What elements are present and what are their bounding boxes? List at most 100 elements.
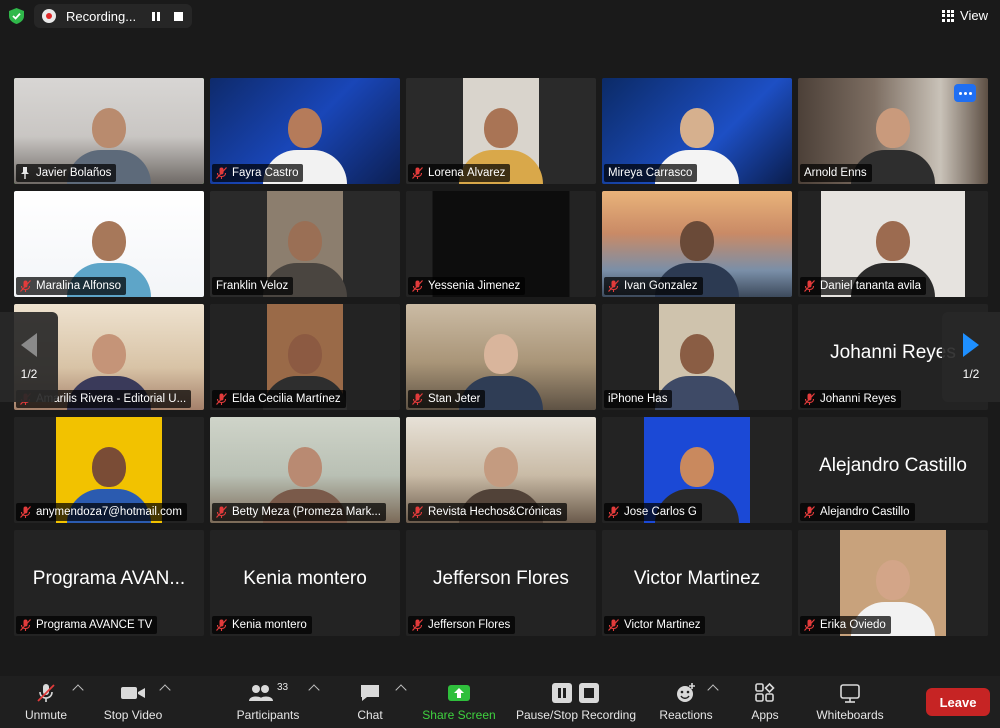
participant-tile[interactable]: Jefferson Flores Jefferson Flores bbox=[406, 530, 596, 636]
participant-name-tag: Erika Oviedo bbox=[800, 616, 891, 634]
video-grid: Javier Bolaños Fayra Castro Lorena Álvarez… bbox=[14, 78, 992, 636]
participant-tile[interactable]: Stan Jeter bbox=[406, 304, 596, 410]
arrow-right-icon bbox=[963, 333, 979, 357]
participant-name-tag: Jefferson Flores bbox=[408, 616, 516, 634]
participant-tile[interactable]: Jose Carlos G bbox=[602, 417, 792, 523]
emoji-smile-icon bbox=[675, 682, 697, 704]
participant-tile[interactable]: Ivan Gonzalez bbox=[602, 191, 792, 297]
participant-tile[interactable]: Elda Cecilia Martínez bbox=[210, 304, 400, 410]
participant-name-tag: Alejandro Castillo bbox=[800, 503, 915, 521]
participant-display-name: Programa AVAN... bbox=[32, 568, 186, 589]
participant-name-tag: anymendoza7@hotmail.com bbox=[16, 503, 187, 521]
unmute-label: Unmute bbox=[24, 708, 68, 722]
participant-name: Victor Martinez bbox=[624, 619, 701, 631]
participant-tile[interactable]: Victor Martinez Victor Martinez bbox=[602, 530, 792, 636]
participant-display-name: Alejandro Castillo bbox=[819, 455, 967, 476]
participant-tile[interactable]: Lorena Álvarez bbox=[406, 78, 596, 184]
muted-mic-icon bbox=[20, 506, 31, 518]
participant-name-tag: Kenia montero bbox=[212, 616, 312, 634]
participants-options-chevron-icon[interactable] bbox=[308, 684, 320, 696]
pin-icon bbox=[21, 167, 29, 179]
participants-button[interactable]: 33 Participants bbox=[232, 676, 304, 728]
participant-tile[interactable]: Daniel tananta avila bbox=[798, 191, 988, 297]
participant-tile[interactable]: Alejandro Castillo Alejandro Castillo bbox=[798, 417, 988, 523]
participant-tile[interactable]: Erika Oviedo bbox=[798, 530, 988, 636]
page-indicator-left: 1/2 bbox=[20, 367, 38, 381]
unmute-button[interactable]: Unmute bbox=[20, 676, 72, 728]
next-page-button[interactable]: 1/2 bbox=[942, 312, 1000, 402]
stop-video-button[interactable]: Stop Video bbox=[100, 676, 166, 728]
muted-mic-icon bbox=[35, 682, 57, 704]
muted-mic-icon bbox=[412, 167, 423, 179]
muted-mic-icon bbox=[804, 619, 815, 631]
view-label: View bbox=[960, 8, 988, 23]
participant-tile[interactable]: Kenia montero Kenia montero bbox=[210, 530, 400, 636]
participant-tile[interactable]: Arnold Enns bbox=[798, 78, 988, 184]
recording-label: Recording... bbox=[66, 8, 137, 24]
participant-tile[interactable]: Betty Meza (Promeza Mark... bbox=[210, 417, 400, 523]
participant-name-tag: Johanni Reyes bbox=[800, 390, 902, 408]
recording-indicator[interactable]: Recording... bbox=[34, 4, 192, 28]
participant-tile[interactable]: Javier Bolaños bbox=[14, 78, 204, 184]
participant-name-tag: Yessenia Jimenez bbox=[408, 277, 526, 295]
leave-button[interactable]: Leave bbox=[926, 688, 990, 716]
chat-button[interactable]: Chat bbox=[350, 676, 390, 728]
participant-name: anymendoza7@hotmail.com bbox=[36, 506, 182, 518]
pause-recording-icon[interactable] bbox=[152, 11, 161, 21]
participant-name: Kenia montero bbox=[232, 619, 307, 631]
participant-display-name: Victor Martinez bbox=[633, 568, 761, 589]
shield-icon[interactable] bbox=[9, 8, 24, 24]
view-button[interactable]: View bbox=[942, 8, 988, 23]
muted-mic-icon bbox=[608, 619, 619, 631]
stop-recording-icon[interactable] bbox=[174, 11, 184, 21]
participant-name-tag: Programa AVANCE TV bbox=[16, 616, 158, 634]
pause-stop-recording-button[interactable]: Pause/Stop Recording bbox=[512, 676, 640, 728]
muted-mic-icon bbox=[804, 393, 815, 405]
muted-mic-icon bbox=[804, 280, 815, 292]
more-options-icon[interactable] bbox=[954, 84, 976, 102]
participant-tile[interactable]: Revista Hechos&Crónicas bbox=[406, 417, 596, 523]
meeting-toolbar: Unmute Stop Video 33 Participants Chat S… bbox=[0, 676, 1000, 728]
participants-label: Participants bbox=[236, 708, 300, 722]
participant-name: Programa AVANCE TV bbox=[36, 619, 153, 631]
muted-mic-icon bbox=[412, 393, 423, 405]
participant-name: Stan Jeter bbox=[428, 393, 481, 405]
apps-button[interactable]: Apps bbox=[745, 676, 785, 728]
previous-page-button[interactable]: 1/2 bbox=[0, 312, 58, 402]
participants-icon: 33 bbox=[248, 682, 288, 704]
participant-name-tag: Javier Bolaños bbox=[16, 164, 117, 182]
muted-mic-icon bbox=[20, 619, 31, 631]
whiteboard-icon bbox=[839, 682, 861, 704]
share-screen-button[interactable]: Share Screen bbox=[420, 676, 498, 728]
whiteboards-button[interactable]: Whiteboards bbox=[810, 676, 890, 728]
participant-name: Daniel tananta avila bbox=[820, 280, 922, 292]
participant-name: Lorena Álvarez bbox=[428, 167, 506, 179]
recording-controls-icon bbox=[551, 682, 601, 704]
top-bar: Recording... View bbox=[0, 0, 1000, 32]
participant-tile[interactable]: Mireya Carrasco bbox=[602, 78, 792, 184]
audio-options-chevron-icon[interactable] bbox=[72, 684, 84, 696]
participant-name-tag: Revista Hechos&Crónicas bbox=[408, 503, 567, 521]
video-camera-icon bbox=[120, 682, 146, 704]
participant-name: Alejandro Castillo bbox=[820, 506, 910, 518]
muted-mic-icon bbox=[216, 506, 227, 518]
participant-name: iPhone Has bbox=[608, 393, 668, 405]
whiteboards-label: Whiteboards bbox=[816, 708, 884, 722]
participant-tile[interactable]: Yessenia Jimenez bbox=[406, 191, 596, 297]
participant-name-tag: iPhone Has bbox=[604, 390, 673, 408]
participant-tile[interactable]: anymendoza7@hotmail.com bbox=[14, 417, 204, 523]
participant-display-name: Kenia montero bbox=[243, 568, 367, 589]
muted-mic-icon bbox=[412, 506, 423, 518]
participant-name: Ivan Gonzalez bbox=[624, 280, 698, 292]
participant-name-tag: Lorena Álvarez bbox=[408, 164, 511, 182]
participant-name: Franklin Veloz bbox=[216, 280, 289, 292]
muted-mic-icon bbox=[216, 393, 227, 405]
reactions-button[interactable]: Reactions bbox=[655, 676, 717, 728]
participant-tile[interactable]: iPhone Has bbox=[602, 304, 792, 410]
participant-tile[interactable]: Franklin Veloz bbox=[210, 191, 400, 297]
participant-tile[interactable]: Fayra Castro bbox=[210, 78, 400, 184]
apps-label: Apps bbox=[751, 708, 779, 722]
participant-tile[interactable]: Maralina Alfonso bbox=[14, 191, 204, 297]
participant-tile[interactable]: Programa AVAN... Programa AVANCE TV bbox=[14, 530, 204, 636]
chat-options-chevron-icon[interactable] bbox=[395, 684, 407, 696]
